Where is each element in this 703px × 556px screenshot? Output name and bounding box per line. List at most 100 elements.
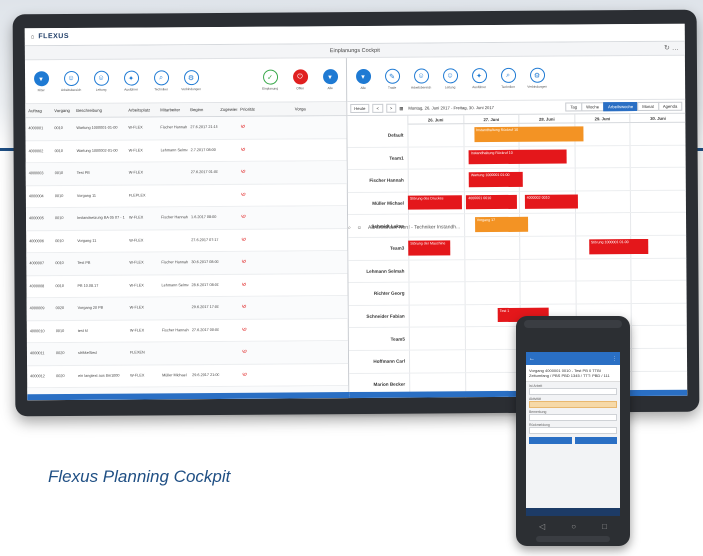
toolbar-button-filter[interactable]: ▾ Filter <box>29 71 53 92</box>
person-icon[interactable]: ☺ <box>442 68 458 84</box>
phone-field-input[interactable] <box>529 414 617 421</box>
view-tab-woche[interactable]: Woche <box>581 102 605 112</box>
resource-label[interactable]: Team1 <box>347 147 408 171</box>
appointment[interactable]: Wartung 1000001 01-00 <box>468 172 523 187</box>
toolbar-button-techniker[interactable]: ⌕ Techniker <box>149 70 173 91</box>
table-row[interactable]: 4000011 0020 strikkeSiecl FLEXEN ⊘ <box>26 341 349 366</box>
table-row[interactable]: 4000010 0010 test kl W-FLEX Fischer Hannah 27… <box>26 318 348 344</box>
resource-label[interactable]: Team3 <box>348 237 409 261</box>
toolbar-button-einplanung[interactable]: ✓ Einplanung <box>258 69 282 91</box>
back-nav-icon[interactable]: ◁ <box>539 522 545 531</box>
table-row[interactable]: 4000004 0010 Vorgang 11 FLEPLEX ⊘ <box>25 183 347 209</box>
toolbar-button-ausführer[interactable]: ✦ Ausführer <box>119 70 143 92</box>
stop-icon[interactable]: ⏻ <box>292 69 308 85</box>
appointment[interactable]: Störung der Maschine <box>408 240 451 256</box>
appointment[interactable]: Instandhaltung Rückruf 10 <box>474 126 584 142</box>
refresh-icon[interactable]: ↻ … <box>664 42 679 56</box>
recent-nav-icon[interactable]: □ <box>602 522 607 531</box>
resource-label[interactable]: Fischer Hannah <box>347 169 408 193</box>
person-icon[interactable]: ☺ <box>413 68 429 84</box>
view-tab-arbeitswoche[interactable]: Arbeitswoche <box>603 102 639 112</box>
back-icon[interactable]: ← <box>529 356 535 362</box>
filter-icon[interactable]: ▾ <box>322 69 338 85</box>
toolbar-button-arbeitsbereich[interactable]: ☺ Arbeitsbereich <box>59 70 83 92</box>
toolbar-button-alle[interactable]: ▾ Alle <box>351 68 375 90</box>
phone-field-input[interactable] <box>529 388 617 395</box>
resource-label[interactable]: Schneider Fabian <box>348 305 409 329</box>
resource-label[interactable]: Müller Michael <box>347 192 409 216</box>
column-header[interactable]: Zugewiesen <box>217 107 237 112</box>
bulb-icon[interactable]: ✦ <box>471 68 487 84</box>
table-row[interactable]: 4000007 0010 Test PB W-FLEX Fischer Hannah 30… <box>26 251 348 276</box>
toolbar-button-alle[interactable]: ▾ Alle <box>318 69 342 90</box>
appointment[interactable]: Vorgang 17 <box>474 217 529 233</box>
table-row[interactable]: 4000001 0010 Wartung 1000001-01-00 W-FLEX Fi… <box>25 116 347 141</box>
next-button[interactable]: > <box>385 103 397 113</box>
prev-button[interactable]: < <box>372 103 383 113</box>
toolbar-button-arbeitsbereich[interactable]: ☺ Arbeitsbereich <box>409 68 433 90</box>
person-search-icon[interactable]: ⌕ <box>153 70 169 86</box>
phone-field-input[interactable] <box>529 401 617 408</box>
phone-action-button[interactable] <box>529 437 572 444</box>
toolbar-button-trade[interactable]: ✎ Trade <box>380 68 404 90</box>
table-cell: PB 10.08.17 <box>77 283 99 288</box>
check-icon[interactable]: ✓ <box>262 69 278 85</box>
column-header[interactable]: Beginn <box>187 107 217 112</box>
column-header[interactable]: Arbeitsplatz <box>125 107 157 112</box>
resource-lane[interactable] <box>408 213 687 238</box>
column-header[interactable]: Vorgang <box>51 108 73 113</box>
resource-label[interactable]: Hoffmann Carl <box>348 350 410 374</box>
appointment[interactable]: 4000002 0010 <box>524 194 579 210</box>
phone-action-button[interactable] <box>574 437 617 444</box>
resource-lane[interactable] <box>407 167 686 193</box>
appointment[interactable]: Instandhaltung Rückruf 10 <box>468 149 567 165</box>
table-row[interactable]: 4000005 0010 Instandsetzung BA 05 07 - 1 W-… <box>25 206 348 231</box>
table-row[interactable]: 4000009 0020 Vorgang 20 PB W-FLEX 29.6.2017 … <box>26 296 348 321</box>
resource-label[interactable]: Richter Georg <box>348 282 409 306</box>
resource-label[interactable]: Team5 <box>348 328 409 352</box>
table-row[interactable]: 4000002 0010 Wartung 1000002-01-00 W-FLEX Le… <box>25 138 347 164</box>
gear-icon[interactable]: ⚙ <box>529 67 545 83</box>
view-tab-tag[interactable]: Tag <box>565 102 583 112</box>
resource-lane[interactable] <box>408 280 687 306</box>
table-row[interactable]: 4000006 0010 Vorgang 11 W-FLEX 27.6.2017 07:… <box>26 228 348 254</box>
column-header[interactable]: Auftrag <box>25 108 51 113</box>
phone-field-input[interactable] <box>529 427 617 434</box>
toolbar-button-ausführer[interactable]: ✦ Ausführer <box>467 68 491 89</box>
view-tab-agenda[interactable]: Agenda <box>657 101 683 111</box>
toolbar-button-verbindungen[interactable]: ⚙ Verbindungen <box>179 70 203 91</box>
table-row[interactable]: 4000012 0020 ein langtext aus 8m1000 W-FLEX… <box>27 363 349 389</box>
toolbar-button-offen[interactable]: ⏻ Offen <box>288 69 312 90</box>
phone-menu-icon[interactable]: ⋮ <box>612 356 617 362</box>
today-button[interactable]: Heute <box>350 103 370 114</box>
gear-icon[interactable]: ⚙ <box>183 70 199 86</box>
resource-label[interactable]: Schmidt Lukas <box>348 215 409 239</box>
resource-label[interactable]: Lehmann Selmah <box>348 260 409 284</box>
column-header[interactable]: Mitarbeiter <box>157 107 187 112</box>
toolbar-button-verbindungen[interactable]: ⚙ Verbindungen <box>525 67 549 89</box>
view-tab-monat[interactable]: Monat <box>637 101 659 112</box>
home-icon[interactable]: ⌂ <box>31 34 35 40</box>
toolbar-button-leitung[interactable]: ☺ Leitung <box>89 70 113 92</box>
table-row[interactable]: 4000003 0010 Test PB W-FLEX 27.6.2017 01:00 ⊘ <box>25 161 347 186</box>
person-search-icon[interactable]: ⌕ <box>500 67 516 83</box>
table-row[interactable]: 4000008 0010 PB 10.08.17 W-FLEX Lehmann Selm… <box>26 273 348 299</box>
column-header[interactable]: Vorga <box>292 106 347 111</box>
pencil-icon[interactable]: ✎ <box>384 68 400 84</box>
filter-icon[interactable]: ▾ <box>355 68 371 84</box>
person-icon[interactable]: ☺ <box>93 70 109 86</box>
filter-icon[interactable]: ▾ <box>33 71 49 87</box>
column-header[interactable]: Priorität <box>237 106 292 112</box>
home-nav-icon[interactable]: ○ <box>571 522 576 531</box>
toolbar-button-techniker[interactable]: ⌕ Techniker <box>496 67 520 89</box>
resource-lane[interactable] <box>408 258 687 283</box>
resource-label[interactable]: Default <box>347 124 408 148</box>
person-icon[interactable]: ☺ <box>63 70 79 87</box>
toolbar-button-leitung[interactable]: ☺ Leitung <box>438 68 462 89</box>
appointment[interactable]: Störung 1000001 01-00 <box>588 238 649 254</box>
appointment[interactable]: Störung des Druckes <box>407 195 462 211</box>
column-header[interactable]: Beschreibung <box>73 108 125 113</box>
calendar-icon[interactable]: ▦ <box>399 106 403 111</box>
appointment[interactable]: 4000001 0010 <box>466 194 518 210</box>
bulb-icon[interactable]: ✦ <box>123 70 139 86</box>
